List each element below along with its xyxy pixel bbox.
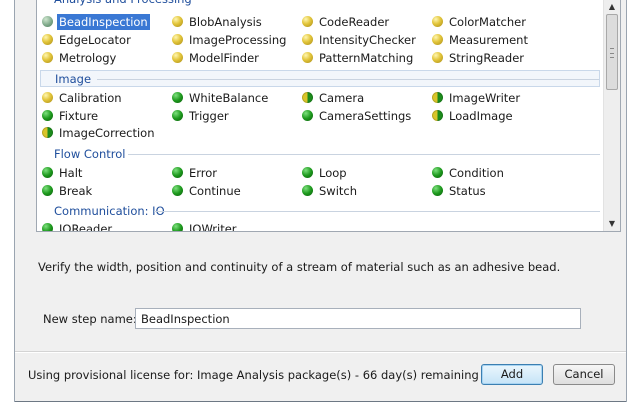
group-label-communication-io: Communication: IO — [54, 204, 165, 218]
group-divider — [97, 79, 599, 80]
group-label-image: Image — [55, 72, 92, 86]
status-dot-icon — [172, 110, 183, 121]
scroll-up-arrow-icon[interactable]: ▲ — [604, 0, 620, 14]
status-dot-icon — [42, 127, 53, 138]
item-label: Calibration — [59, 91, 122, 105]
item-label: Switch — [319, 184, 358, 198]
item-label: WhiteBalance — [189, 91, 269, 105]
status-dot-icon — [42, 167, 53, 178]
status-dot-icon — [42, 92, 53, 103]
status-dot-icon — [172, 34, 183, 45]
step-name-input[interactable] — [135, 308, 581, 329]
status-dot-icon — [172, 167, 183, 178]
status-dot-icon — [302, 167, 313, 178]
status-dot-icon — [302, 110, 313, 121]
grip-icon — [610, 48, 614, 58]
status-dot-icon — [432, 34, 443, 45]
status-dot-icon — [432, 185, 443, 196]
item-label: ImageWriter — [449, 91, 521, 105]
status-dot-icon — [302, 34, 313, 45]
item-label: IOReader — [59, 222, 113, 232]
status-dot-icon — [172, 52, 183, 63]
item-label: Fixture — [59, 109, 99, 123]
status-dot-icon — [432, 52, 443, 63]
step-name-label: New step name: — [43, 312, 137, 326]
item-label: Loop — [319, 166, 347, 180]
status-dot-icon — [42, 34, 53, 45]
status-dot-icon — [172, 185, 183, 196]
item-label: PatternMatching — [319, 51, 414, 65]
item-label: Condition — [449, 166, 504, 180]
item-label: Break — [59, 184, 93, 198]
status-dot-icon — [172, 92, 183, 103]
status-dot-icon — [172, 16, 183, 27]
item-label: ImageProcessing — [189, 33, 287, 47]
status-dot-icon — [42, 110, 53, 121]
item-label: CodeReader — [319, 15, 390, 29]
license-status-text: Using provisional license for: Image Ana… — [28, 368, 479, 382]
status-dot-icon — [302, 52, 313, 63]
group-header-analysis: Analysis and Processing — [40, 0, 600, 8]
item-label: Status — [449, 184, 486, 198]
item-label: BeadInspection — [57, 14, 150, 30]
scroll-thumb[interactable] — [606, 14, 618, 90]
status-dot-icon — [172, 223, 183, 231]
status-dot-icon — [302, 185, 313, 196]
group-divider — [128, 154, 600, 155]
step-tool-list[interactable]: Analysis and Processing BeadInspection B… — [36, 0, 621, 232]
group-divider — [154, 211, 600, 212]
status-dot-icon — [432, 110, 443, 121]
list-scrollbar[interactable]: ▲ ▼ — [603, 0, 620, 231]
item-label: BlobAnalysis — [189, 15, 262, 29]
item-label: CameraSettings — [319, 109, 412, 123]
group-label-analysis: Analysis and Processing — [54, 0, 192, 8]
group-label-flow-control: Flow Control — [54, 147, 126, 161]
status-dot-icon — [432, 167, 443, 178]
item-label: Camera — [319, 91, 365, 105]
status-dot-icon — [42, 52, 53, 63]
item-label: EdgeLocator — [59, 33, 131, 47]
add-button[interactable]: Add — [481, 364, 543, 385]
item-label: Continue — [189, 184, 241, 198]
group-header-communication-io: Communication: IO — [40, 203, 600, 220]
item-label: Metrology — [59, 51, 117, 65]
status-dot-icon — [302, 16, 313, 27]
status-dot-icon — [42, 16, 53, 27]
status-dot-icon — [432, 16, 443, 27]
item-label: Error — [189, 166, 218, 180]
add-step-dialog: Analysis and Processing BeadInspection B… — [14, 0, 627, 402]
item-label: ImageCorrection — [59, 126, 155, 140]
status-dot-icon — [42, 223, 53, 231]
group-header-flow-control: Flow Control — [40, 146, 600, 163]
item-label: StringReader — [449, 51, 525, 65]
item-label: IOWriter — [189, 222, 237, 232]
step-description: Verify the width, position and continuit… — [38, 260, 561, 274]
footer-divider-highlight — [15, 352, 626, 353]
status-dot-icon — [432, 92, 443, 103]
item-label: IntensityChecker — [319, 33, 416, 47]
status-dot-icon — [302, 92, 313, 103]
item-label: Halt — [59, 166, 83, 180]
cancel-button[interactable]: Cancel — [553, 364, 615, 385]
status-dot-icon — [42, 185, 53, 196]
item-label: ModelFinder — [189, 51, 259, 65]
group-header-image[interactable]: Image — [40, 70, 600, 87]
item-label: LoadImage — [449, 109, 513, 123]
item-label: ColorMatcher — [449, 15, 526, 29]
item-label: Trigger — [189, 109, 229, 123]
scroll-down-arrow-icon[interactable]: ▼ — [604, 217, 620, 231]
item-label: Measurement — [449, 33, 528, 47]
